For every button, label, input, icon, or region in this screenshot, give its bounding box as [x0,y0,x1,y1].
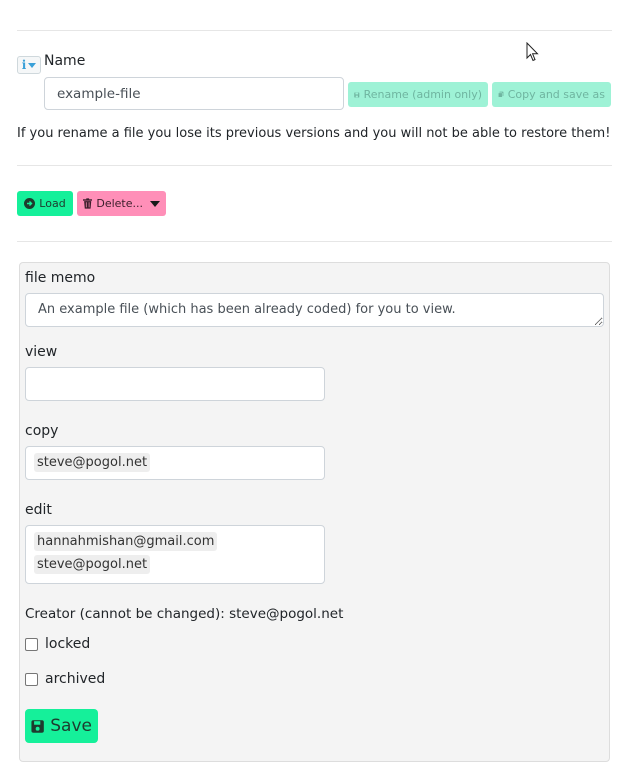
file-memo-label: file memo [25,270,96,286]
locked-label: locked [45,636,91,652]
rename-warning-text: If you rename a file you lose its previo… [17,126,611,141]
archived-label: archived [45,671,106,687]
arrow-circle-right-icon [24,198,36,209]
copy-save-as-label: Copy and save as [507,88,605,101]
copy-users-field[interactable]: steve@pogol.net [25,446,325,480]
file-memo-textarea[interactable]: An example file (which has been already … [25,293,604,327]
info-dropdown-button[interactable]: i [17,56,41,74]
view-label: view [25,344,58,360]
user-tag[interactable]: steve@pogol.net [34,555,151,574]
copy-icon [498,91,504,98]
save-icon [354,91,360,98]
locked-checkbox-row[interactable]: locked [25,636,90,652]
divider [17,241,612,242]
divider [17,165,612,166]
edit-label: edit [25,502,52,518]
save-button-label: Save [50,716,92,736]
creator-info: Creator (cannot be changed): steve@pogol… [25,606,344,622]
top-divider [17,30,612,31]
load-button-label: Load [39,197,66,210]
archived-checkbox-row[interactable]: archived [25,671,105,687]
save-button[interactable]: Save [25,709,98,743]
delete-dropdown-button[interactable]: Delete... [77,191,166,216]
load-button[interactable]: Load [17,191,73,216]
copy-save-as-button[interactable]: Copy and save as [492,82,611,107]
trash-icon [83,198,93,209]
archived-checkbox[interactable] [25,672,38,686]
name-label: Name [44,53,86,69]
info-icon: i [21,58,27,72]
file-name-input[interactable] [44,77,344,110]
save-icon [31,719,44,733]
rename-button-label: Rename (admin only) [363,88,482,101]
copy-label: copy [25,423,59,439]
edit-users-field[interactable]: hannahmishan@gmail.com steve@pogol.net [25,525,325,584]
file-settings-panel [19,262,610,762]
rename-button[interactable]: Rename (admin only) [348,82,488,107]
chevron-down-icon [28,62,37,68]
view-users-field[interactable] [25,367,325,401]
caret-down-icon [150,200,160,207]
delete-button-label: Delete... [96,197,143,210]
user-tag[interactable]: hannahmishan@gmail.com [34,532,218,551]
user-tag[interactable]: steve@pogol.net [34,453,151,472]
mouse-cursor-icon [526,42,539,62]
locked-checkbox[interactable] [25,637,38,651]
